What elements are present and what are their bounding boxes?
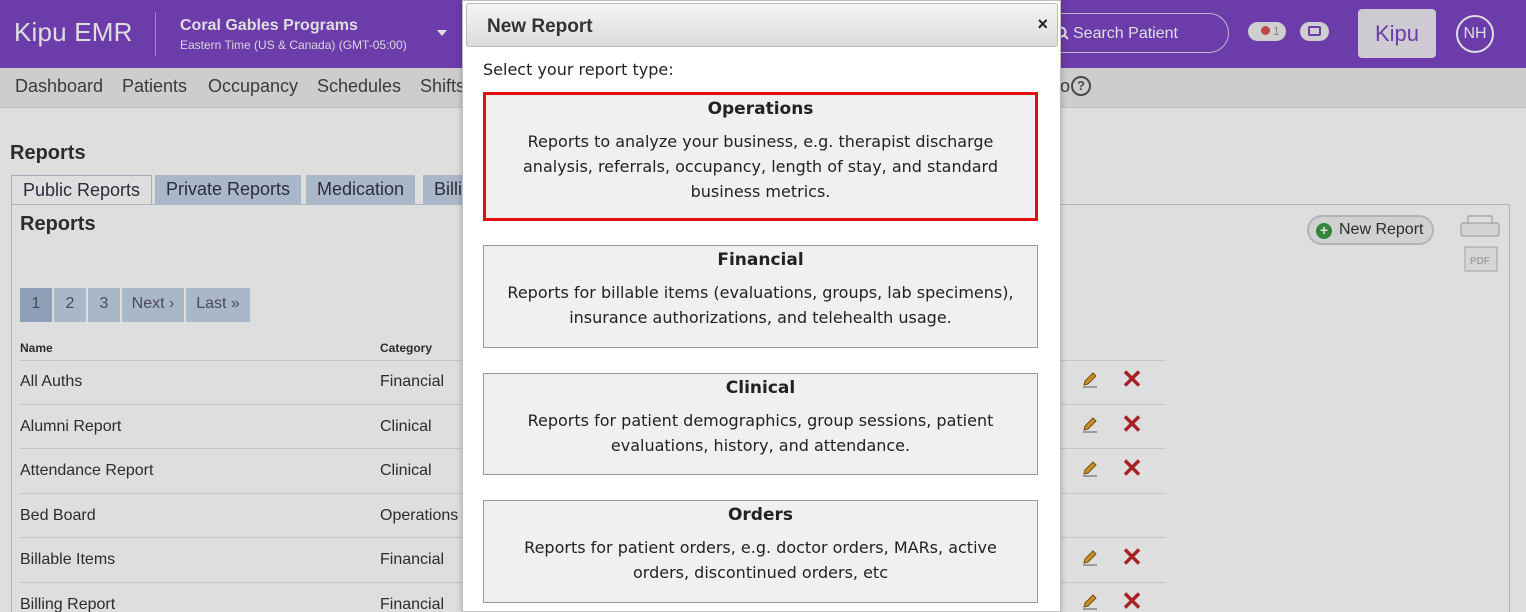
option-title: Clinical [725, 378, 796, 398]
option-title: Financial [717, 250, 804, 270]
report-type-financial[interactable]: Financial Reports for billable items (ev… [483, 245, 1038, 348]
option-description: Reports for patient demographics, group … [527, 411, 994, 455]
option-title: Orders [727, 505, 794, 525]
report-type-orders[interactable]: Orders Reports for patient orders, e.g. … [483, 500, 1038, 603]
report-type-clinical[interactable]: Clinical Reports for patient demographic… [483, 373, 1038, 475]
close-icon[interactable]: × [1037, 15, 1048, 33]
report-type-operations[interactable]: Operations Reports to analyze your busin… [483, 92, 1038, 221]
option-description: Reports for patient orders, e.g. doctor … [524, 538, 997, 582]
new-report-dialog: New Report × Select your report type: Op… [462, 0, 1061, 612]
option-description: Reports to analyze your business, e.g. t… [523, 132, 998, 201]
option-title: Operations [707, 99, 814, 119]
dialog-header: New Report × [466, 3, 1058, 47]
dialog-prompt: Select your report type: [483, 60, 674, 79]
dialog-title: New Report [487, 16, 593, 37]
option-description: Reports for billable items (evaluations,… [507, 283, 1014, 327]
